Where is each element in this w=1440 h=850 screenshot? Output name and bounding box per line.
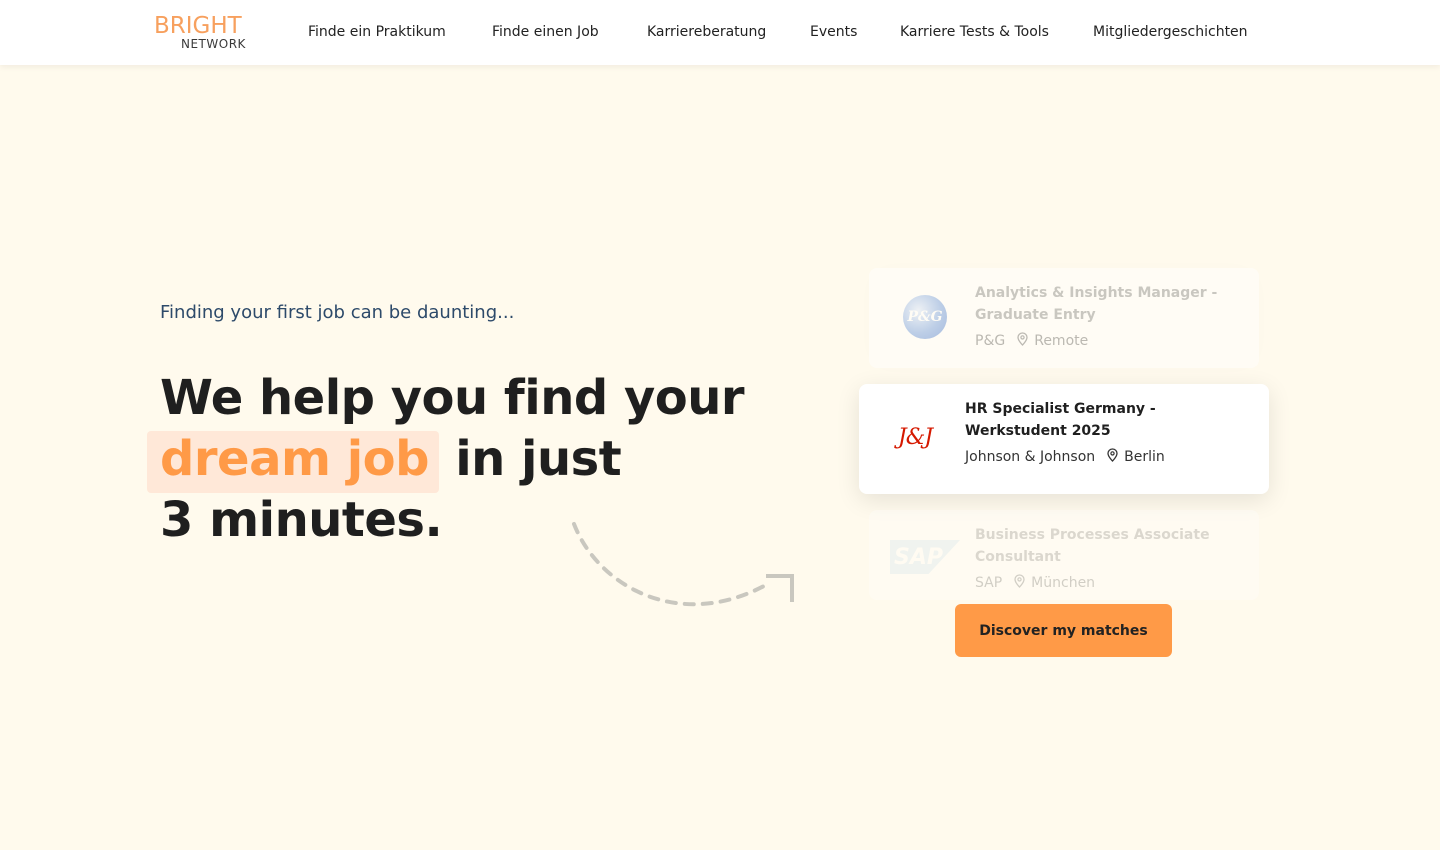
nav-events[interactable]: Events [810,24,857,40]
job-card-highlighted[interactable]: J&J HR Specialist Germany - Werkstudent … [859,384,1269,494]
sap-logo: SAP [890,540,960,574]
headline-highlight: dream job [147,431,439,493]
company-logo: SAP [889,532,961,582]
nav-karriereberatung[interactable]: Karriereberatung [647,24,766,40]
company-name: P&G [975,333,1006,349]
job-meta: P&G Remote [975,332,1088,350]
job-card[interactable]: SAP Business Processes Associate Consult… [869,510,1259,600]
nav-finde-einen-job[interactable]: Finde einen Job [492,24,599,40]
job-location: Remote [1034,333,1089,349]
company-logo: P&G [889,292,961,342]
dashed-arrow-icon [568,516,808,626]
headline-line-1: We help you find your [160,370,745,426]
job-title: Analytics & Insights Manager - Graduate … [975,285,1218,323]
location-pin-icon [1017,332,1028,350]
location-pin-icon [1107,448,1118,466]
job-meta: SAP München [975,574,1095,592]
company-name: Johnson & Johnson [965,449,1096,465]
company-logo: J&J [879,412,951,462]
jj-logo: J&J [897,424,933,450]
nav-mitgliedergeschichten[interactable]: Mitgliedergeschichten [1093,24,1248,40]
discover-my-matches-button[interactable]: Discover my matches [955,604,1172,657]
headline-line-2: dream job in just [147,429,800,493]
nav-karriere-tests-tools[interactable]: Karriere Tests & Tools [900,24,1049,40]
nav-finde-ein-praktikum[interactable]: Finde ein Praktikum [308,24,446,40]
job-location: München [1031,575,1096,591]
job-title: Business Processes Associate Consultant [975,527,1210,565]
headline-line-2-rest: in just [439,431,622,487]
location-pin-icon [1014,574,1025,592]
job-title: HR Specialist Germany - Werkstudent 2025 [965,401,1156,439]
job-meta: Johnson & Johnson Berlin [965,448,1165,466]
company-name: SAP [975,575,1003,591]
job-card[interactable]: P&G Analytics & Insights Manager - Gradu… [869,268,1259,368]
job-location: Berlin [1124,449,1165,465]
pg-logo: P&G [903,295,947,339]
main-nav: Finde ein Praktikum Finde einen Job Karr… [0,0,1440,65]
job-matches-preview: P&G Analytics & Insights Manager - Gradu… [826,228,1300,628]
site-header: BRIGHT NETWORK Finde ein Praktikum Finde… [0,0,1440,65]
hero-tagline: Finding your first job can be daunting..… [160,302,515,323]
